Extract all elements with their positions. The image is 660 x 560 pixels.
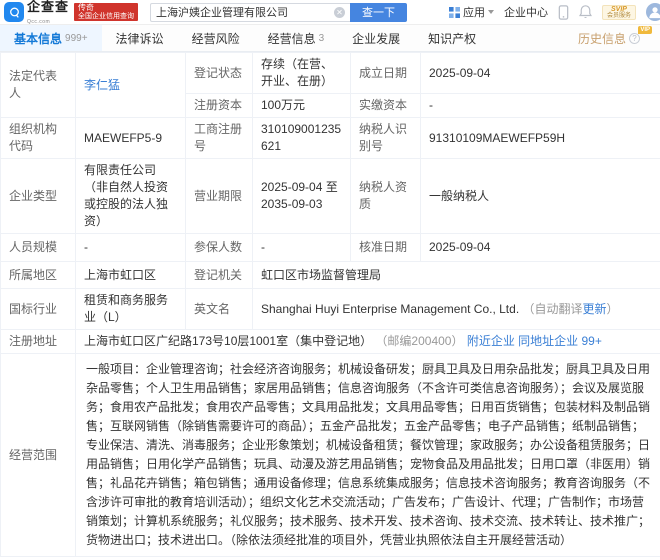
reg-authority-label: 登记机关 [186,262,253,289]
mobile-icon[interactable] [558,5,569,20]
reg-address-value: 上海市虹口区广纪路173号10层1001室（集中登记地） （邮编200400） … [76,330,660,354]
chevron-down-icon [488,10,494,14]
tab-label: 经营风险 [192,30,240,47]
tab-bar: 基本信息 999+ 法律诉讼 经营风险 经营信息 3 企业发展 知识产权 历史信… [0,25,660,52]
reg-address-text: 上海市虹口区广纪路173号10层1001室（集中登记地） [84,334,372,348]
qcc-logo-icon [4,2,24,22]
biz-reg-no-value: 310109001235621 [253,118,351,159]
est-date-label: 成立日期 [351,53,421,94]
bell-icon[interactable] [579,5,592,19]
staff-size-value: - [76,234,186,262]
biz-term-label: 营业期限 [186,159,253,234]
auto-translate-note-close: ） [607,302,619,316]
slogan-line1: 传奇 [78,4,134,13]
tab-business-risk[interactable]: 经营风险 [178,25,254,51]
org-code-value: MAEWEFP5-9 [76,118,186,159]
legal-rep-label: 法定代表人 [1,53,76,118]
brand-text: 企查查 Qcc.com [27,0,69,25]
reg-status-value: 存续（在营、开业、在册） [253,53,351,94]
search-area: ✕ 查一下 [150,3,407,22]
tab-label: 企业发展 [352,30,400,47]
tab-ip[interactable]: 知识产权 [414,25,490,51]
approval-date-value: 2025-09-04 [421,234,660,262]
basic-info-table: 法定代表人 李仁猛 登记状态 存续（在营、开业、在册） 成立日期 2025-09… [0,52,660,557]
slogan-line2: 全国企业信用查询 [78,13,134,21]
tab-label: 基本信息 [14,30,62,47]
brand-domain: Qcc.com [27,19,50,25]
brand-name: 企查查 [27,0,69,14]
scope-label: 经营范围 [1,354,76,557]
company-type-value: 有限责任公司（非自然人投资或控股的法人独资） [76,159,186,234]
staff-size-label: 人员规模 [1,234,76,262]
paid-capital-value: - [421,94,660,118]
top-bar: 企查查 Qcc.com 传奇 全国企业信用查询 ✕ 查一下 应用 企业中心 [0,0,660,25]
search-input[interactable] [156,6,334,18]
legal-rep-link[interactable]: 李仁猛 [84,78,120,92]
help-icon[interactable]: ? [629,33,640,44]
reg-capital-label: 注册资本 [186,94,253,118]
tab-development[interactable]: 企业发展 [338,25,414,51]
company-type-label: 企业类型 [1,159,76,234]
scope-value: 一般项目：企业管理咨询；社会经济咨询服务；机械设备研发；厨具卫具及日用杂品批发；… [76,354,660,557]
tab-legal[interactable]: 法律诉讼 [102,25,178,51]
tab-label: 知识产权 [428,30,476,47]
same-address-link[interactable]: 同地址企业 99+ [518,334,602,348]
biz-term-value: 2025-09-04 至 2035-09-03 [253,159,351,234]
tab-basic-info[interactable]: 基本信息 999+ [0,25,102,51]
zip-code: （邮编200400） [375,334,463,348]
taxpayer-quality-label: 纳税人资质 [351,159,421,234]
reg-status-label: 登记状态 [186,53,253,94]
tab-count: 3 [319,33,325,44]
taxpayer-quality-value: 一般纳税人 [421,159,660,234]
vip-tag: VIP [638,26,652,34]
taxpayer-id-value: 91310109MAEWEFP59H [421,118,660,159]
clear-search-icon[interactable]: ✕ [334,7,345,18]
enterprise-center-link[interactable]: 企业中心 [504,4,548,20]
tab-label: 法律诉讼 [116,30,164,47]
paid-capital-label: 实缴资本 [351,94,421,118]
org-code-label: 组织机构代码 [1,118,76,159]
est-date-value: 2025-09-04 [421,53,660,94]
search-box: ✕ [150,3,350,22]
insured-label: 参保人数 [186,234,253,262]
svip-label: SVIP [607,6,631,13]
biz-reg-no-label: 工商注册号 [186,118,253,159]
tab-history[interactable]: 历史信息 VIP ? [564,25,654,51]
region-value: 上海市虹口区 [76,262,186,289]
tab-label: 历史信息 [578,30,626,47]
tab-business-info[interactable]: 经营信息 3 [254,25,339,51]
apps-menu[interactable]: 应用 [449,4,494,20]
translate-update-link[interactable]: 更新 [583,302,607,316]
apps-label: 应用 [463,4,485,20]
avatar[interactable] [646,3,660,21]
svip-sublabel: 会员服务 [607,13,631,19]
taxpayer-id-label: 纳税人识别号 [351,118,421,159]
english-name-text: Shanghai Huyi Enterprise Management Co.,… [261,302,519,316]
insured-value: - [253,234,351,262]
region-label: 所属地区 [1,262,76,289]
reg-capital-value: 100万元 [253,94,351,118]
nearby-companies-link[interactable]: 附近企业 [467,334,515,348]
tab-count: 999+ [65,33,88,44]
grid-icon [449,7,460,18]
approval-date-label: 核准日期 [351,234,421,262]
industry-label: 国标行业 [1,289,76,330]
english-name-label: 英文名 [186,289,253,330]
legal-rep-value: 李仁猛 [76,53,186,118]
qcc-company-page: 企查查 Qcc.com 传奇 全国企业信用查询 ✕ 查一下 应用 企业中心 [0,0,660,560]
svip-badge[interactable]: SVIP 会员服务 [602,5,636,20]
top-right-nav: 应用 企业中心 SVIP 会员服务 [449,3,656,21]
tab-label: 经营信息 [268,30,316,47]
brand-slogan: 传奇 全国企业信用查询 [74,3,138,21]
industry-value: 租赁和商务服务业（L） [76,289,186,330]
reg-address-label: 注册地址 [1,330,76,354]
reg-authority-value: 虹口区市场监督管理局 [253,262,660,289]
auto-translate-note: （自动翻译 [523,302,583,316]
qcc-logo[interactable]: 企查查 Qcc.com 传奇 全国企业信用查询 [4,0,138,25]
english-name-value: Shanghai Huyi Enterprise Management Co.,… [253,289,660,330]
search-button[interactable]: 查一下 [350,3,407,22]
